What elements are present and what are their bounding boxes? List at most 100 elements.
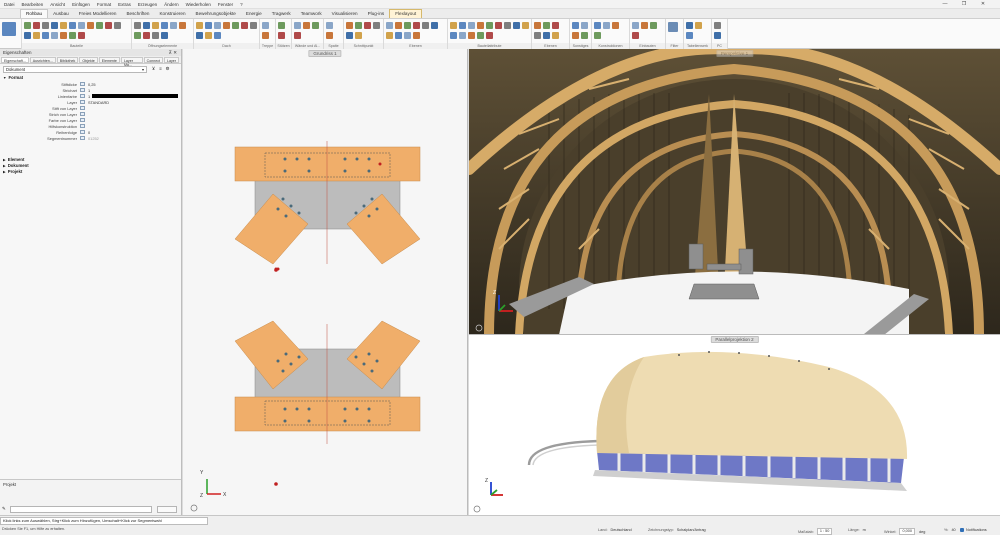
panel-tab-ausrichten[interactable]: Ausrichten... — [29, 57, 56, 63]
ribbon-tool-icon[interactable] — [33, 32, 40, 39]
ribbon-tool-icon[interactable] — [395, 32, 402, 39]
status-length[interactable]: Länge: m — [848, 528, 866, 532]
ribbon-tool-icon[interactable] — [42, 22, 49, 29]
property-row[interactable]: Segmentnummer 01252 — [0, 135, 181, 141]
minimize-icon[interactable]: — — [939, 1, 951, 7]
tab-plug-ins[interactable]: Plug-ins — [363, 10, 390, 18]
ribbon-tool-icon[interactable] — [346, 32, 353, 39]
ribbon-tool-icon[interactable] — [522, 22, 529, 29]
command-options-button[interactable] — [157, 506, 177, 513]
ribbon-tool-icon[interactable] — [78, 32, 85, 39]
ribbon-tool-icon[interactable] — [543, 22, 550, 29]
ribbon-tool-icon[interactable] — [87, 22, 94, 29]
tab-tragwerk[interactable]: Tragwerk — [267, 10, 296, 18]
ribbon-tool-icon[interactable] — [572, 22, 579, 29]
ribbon-tool-icon[interactable] — [278, 32, 285, 39]
status-angle-value[interactable]: 0,000 — [899, 528, 915, 535]
ribbon-tool-icon[interactable] — [262, 22, 269, 29]
notifications-button[interactable]: Notifications — [960, 528, 987, 532]
ribbon-tool-icon[interactable] — [196, 22, 203, 29]
construction-icon[interactable] — [80, 124, 85, 128]
panel-pin-close-icon[interactable]: ⊼ ✕ — [169, 49, 177, 56]
ribbon-tool-icon[interactable] — [241, 22, 248, 29]
connection-detail-top[interactable] — [234, 141, 421, 265]
ribbon-tool-icon[interactable] — [650, 22, 657, 29]
ribbon-tool-icon[interactable] — [641, 22, 648, 29]
ribbon-tool-icon[interactable] — [468, 22, 475, 29]
tab-ausbau[interactable]: Ausbau — [48, 10, 74, 18]
status-country[interactable]: Land: Deutschland — [598, 528, 632, 532]
ribbon-tool-icon[interactable] — [161, 22, 168, 29]
ribbon-tool-icon[interactable] — [303, 22, 310, 29]
ribbon-tool-icon[interactable] — [364, 22, 371, 29]
checkbox-icon[interactable] — [80, 112, 85, 116]
menu-einfuegen[interactable]: Einfügen — [72, 2, 90, 7]
ribbon-tool-icon[interactable] — [477, 22, 484, 29]
ribbon-tool-icon[interactable] — [431, 22, 438, 29]
ribbon-tool-icon[interactable] — [695, 22, 702, 29]
ribbon-tool-icon[interactable] — [278, 22, 285, 29]
maximize-icon[interactable]: ❐ — [958, 1, 970, 7]
tab-beschriften[interactable]: Beschriften — [121, 10, 154, 18]
ribbon-tool-icon[interactable] — [294, 32, 301, 39]
ribbon-tool-icon[interactable] — [143, 32, 150, 39]
ribbon-tool-icon[interactable] — [355, 22, 362, 29]
ribbon-tool-icon[interactable] — [714, 32, 721, 39]
filter-icon[interactable] — [668, 22, 678, 32]
panel-tab-elemente[interactable]: Elemente — [98, 57, 120, 63]
panel-tab-layer[interactable]: Layer — [164, 57, 179, 63]
property-value[interactable]: 0 — [88, 130, 90, 135]
ribbon-tool-icon[interactable] — [450, 22, 457, 29]
ribbon-tool-icon[interactable] — [196, 32, 203, 39]
line-color-swatch[interactable] — [92, 94, 179, 98]
property-value[interactable]: STANDARD — [88, 100, 109, 105]
ribbon-tool-icon[interactable] — [214, 32, 221, 39]
ribbon-tool-icon[interactable] — [386, 32, 393, 39]
checkbox-icon[interactable] — [80, 118, 85, 122]
panel-tab-layer-manager[interactable]: Layer Ma... — [120, 57, 143, 67]
ribbon-tool-icon[interactable] — [486, 32, 493, 39]
ribbon-tool-icon[interactable] — [205, 32, 212, 39]
menu-erzeugen[interactable]: Erzeugen — [138, 2, 157, 7]
panel-tab-objekte[interactable]: Objekte — [79, 57, 98, 63]
ribbon-tool-icon[interactable] — [459, 32, 466, 39]
ribbon-tool-icon[interactable] — [346, 22, 353, 29]
viewport-plan[interactable]: Grundriss 1 Y Z X — [183, 49, 468, 515]
status-angle[interactable]: Winkel: 0,000 deg — [884, 528, 925, 535]
ribbon-tool-icon[interactable] — [413, 32, 420, 39]
ribbon-tool-icon[interactable] — [69, 22, 76, 29]
ribbon-tool-icon[interactable] — [326, 32, 333, 39]
ribbon-tool-icon[interactable] — [312, 22, 319, 29]
ribbon-tool-icon[interactable] — [78, 22, 85, 29]
tab-rohbau[interactable]: Rohbau — [20, 9, 49, 18]
ribbon-tool-icon[interactable] — [534, 22, 541, 29]
menu-fenster[interactable]: Fenster — [218, 2, 233, 7]
ribbon-tool-icon[interactable] — [413, 22, 420, 29]
menu-ansicht[interactable]: Ansicht — [50, 2, 65, 7]
panel-tab-eigenschaften[interactable]: Eigenschaft... — [1, 57, 29, 63]
ribbon-tool-icon[interactable] — [60, 22, 67, 29]
status-drawing-type[interactable]: Zeichnungstyp: Schalplan/Antrag — [648, 528, 706, 532]
ribbon-tool-icon[interactable] — [714, 22, 721, 29]
ribbon-tool-icon[interactable] — [60, 32, 67, 39]
ribbon-tool-icon[interactable] — [395, 22, 402, 29]
ribbon-tool-icon[interactable] — [572, 32, 579, 39]
ribbon-tool-icon[interactable] — [262, 32, 269, 39]
ribbon-tool-icon[interactable] — [24, 32, 31, 39]
ribbon-tool-icon[interactable] — [355, 32, 362, 39]
tab-bewehrungsobjekte[interactable]: Bewehrungsobjekte — [191, 10, 241, 18]
ribbon-tool-icon[interactable] — [51, 22, 58, 29]
viewport-perspective[interactable]: Z Perspektive 1 — [469, 49, 1000, 335]
ribbon-tool-icon[interactable] — [114, 22, 121, 29]
menu-aendern[interactable]: Ändern — [164, 2, 179, 7]
ribbon-tool-icon[interactable] — [170, 22, 177, 29]
tab-visualisieren[interactable]: Visualisieren — [327, 10, 363, 18]
ribbon-tool-icon[interactable] — [422, 22, 429, 29]
ribbon-tool-icon[interactable] — [552, 22, 559, 29]
ribbon-tool-icon[interactable] — [152, 32, 159, 39]
menu-extras[interactable]: Extras — [118, 2, 131, 7]
ribbon-tool-icon[interactable] — [179, 22, 186, 29]
document-select[interactable]: Dokument ▾ — [3, 66, 147, 73]
wall-tool-icon[interactable] — [2, 22, 16, 36]
ribbon-tool-icon[interactable] — [42, 32, 49, 39]
